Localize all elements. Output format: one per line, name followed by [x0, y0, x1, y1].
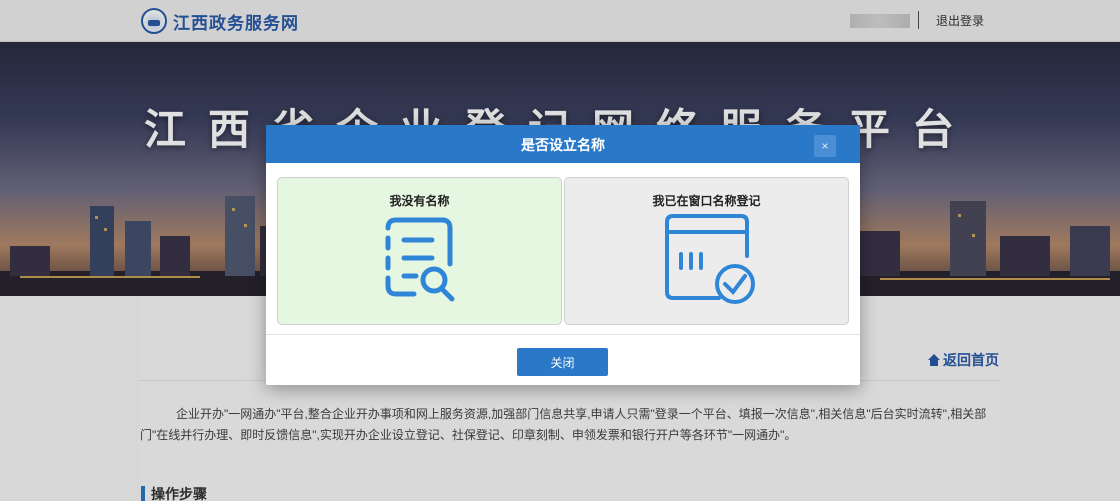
dialog-header: 是否设立名称 ×	[266, 125, 860, 163]
calendar-check-icon	[664, 214, 755, 304]
option-registered-name-label: 我已在窗口名称登记	[652, 194, 761, 208]
close-icon[interactable]: ×	[814, 135, 836, 157]
option-no-name[interactable]: 我没有名称	[277, 177, 562, 325]
list-search-icon	[385, 217, 454, 302]
close-button[interactable]: 关闭	[517, 348, 608, 376]
dialog-footer: 关闭	[266, 336, 860, 385]
dialog-title: 是否设立名称	[521, 137, 605, 153]
dialog-body: 我没有名称 我已在窗口名称登记	[266, 163, 860, 335]
option-no-name-label: 我没有名称	[389, 194, 450, 208]
option-registered-name[interactable]: 我已在窗口名称登记	[564, 177, 849, 325]
name-setup-dialog: 是否设立名称 × 我没有名称 我已在窗口名称登记 关闭	[266, 125, 860, 385]
